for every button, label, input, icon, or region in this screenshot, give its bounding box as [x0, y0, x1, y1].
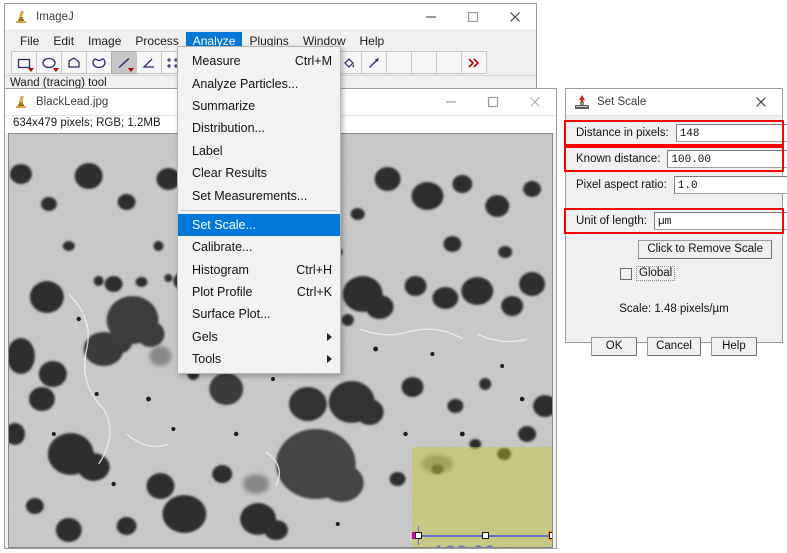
- polygon-tool[interactable]: [61, 51, 87, 74]
- field-label-known-distance: Known distance:: [576, 153, 667, 165]
- more-tools[interactable]: [461, 51, 487, 74]
- ok-button[interactable]: OK: [591, 337, 637, 356]
- field-label-unit-of-length: Unit of length:: [576, 215, 654, 227]
- menu-item-label: Set Measurements...: [192, 189, 307, 203]
- submenu-arrow-icon: [327, 333, 332, 341]
- set-scale-titlebar: Set Scale: [566, 89, 782, 116]
- microscope-icon: [13, 94, 29, 110]
- menu-item-set-measurements[interactable]: Set Measurements...: [178, 184, 340, 206]
- menu-item-label: Label: [192, 144, 223, 158]
- set-scale-window-controls: [740, 89, 782, 115]
- blank-tool-3[interactable]: [436, 51, 462, 74]
- menu-item-set-scale[interactable]: Set Scale...: [178, 214, 340, 236]
- global-checkbox-label: Global: [636, 266, 675, 281]
- menu-edit[interactable]: Edit: [46, 32, 81, 51]
- menu-item-tools[interactable]: Tools: [178, 348, 340, 370]
- screen: ImageJ FileEditImageProcessAnalyzePlugin…: [0, 0, 787, 553]
- set-scale-title: Set Scale: [597, 96, 740, 108]
- microscope-icon: [13, 9, 29, 25]
- menu-item-label: Histogram: [192, 263, 249, 277]
- menu-item-label: Measure: [192, 54, 241, 68]
- set-scale-buttons: OK Cancel Help: [576, 337, 772, 356]
- scale-result-text: Scale: 1.48 pixels/µm: [576, 303, 772, 315]
- menu-item-label: Surface Plot...: [192, 307, 271, 321]
- tool-dropdown-triangle-icon[interactable]: [128, 68, 134, 72]
- field-row-unit-of-length: Unit of length:: [576, 210, 772, 232]
- menu-item-summarize[interactable]: Summarize: [178, 95, 340, 117]
- menu-image[interactable]: Image: [81, 32, 128, 51]
- minimize-button[interactable]: [410, 4, 452, 30]
- imagej-app-icon: [574, 94, 590, 110]
- menu-item-surface-plot[interactable]: Surface Plot...: [178, 303, 340, 325]
- analyze-dropdown-menu: Measure Ctrl+M Analyze Particles... Summari…: [177, 46, 341, 374]
- menu-item-label: Plot Profile: [192, 285, 252, 299]
- maximize-button[interactable]: [472, 89, 514, 115]
- blank-tool-1[interactable]: [386, 51, 412, 74]
- oval-tool[interactable]: [36, 51, 62, 74]
- menu-help[interactable]: Help: [353, 32, 392, 51]
- field-label-distance-in-pixels: Distance in pixels:: [576, 127, 676, 139]
- menu-item-shortcut: Ctrl+H: [296, 263, 332, 277]
- close-icon[interactable]: [740, 89, 782, 115]
- help-button[interactable]: Help: [711, 337, 757, 356]
- field-input-distance-in-pixels[interactable]: [676, 124, 787, 142]
- field-row-pixel-aspect-ratio: Pixel aspect ratio:: [576, 174, 772, 196]
- imagej-window-controls: [410, 4, 536, 30]
- imagej-title: ImageJ: [36, 11, 410, 23]
- field-row-known-distance: Known distance:: [576, 148, 772, 170]
- menu-separator: [181, 210, 337, 211]
- image-window-controls: [430, 89, 556, 115]
- menu-item-label: Analyze Particles...: [192, 77, 298, 91]
- remove-scale-row: Click to Remove Scale: [576, 240, 772, 259]
- submenu-arrow-icon: [327, 355, 332, 363]
- menu-item-label: Tools: [192, 352, 221, 366]
- menu-item-label: Clear Results: [192, 166, 267, 180]
- menu-file[interactable]: File: [13, 32, 46, 51]
- blank-tool-2[interactable]: [411, 51, 437, 74]
- field-input-unit-of-length[interactable]: [654, 212, 787, 230]
- menu-item-shortcut: Ctrl+M: [295, 54, 332, 68]
- menu-item-shortcut: Ctrl+K: [297, 285, 332, 299]
- menu-item-gels[interactable]: Gels: [178, 326, 340, 348]
- cancel-button[interactable]: Cancel: [647, 337, 701, 356]
- menu-item-distribution[interactable]: Distribution...: [178, 117, 340, 139]
- menu-item-label: Set Scale...: [192, 218, 256, 232]
- menu-item-plot-profile[interactable]: Plot Profile Ctrl+K: [178, 281, 340, 303]
- menu-item-clear-results[interactable]: Clear Results: [178, 162, 340, 184]
- imagej-titlebar: ImageJ: [5, 4, 536, 31]
- field-label-pixel-aspect-ratio: Pixel aspect ratio:: [576, 179, 674, 191]
- freehand-tool[interactable]: [86, 51, 112, 74]
- menu-item-label: Summarize: [192, 99, 255, 113]
- menu-item-calibrate[interactable]: Calibrate...: [178, 236, 340, 258]
- set-scale-dialog: Set Scale Distance in pixels: Known dista…: [565, 88, 783, 343]
- arrow-tool[interactable]: [361, 51, 387, 74]
- remove-scale-button[interactable]: Click to Remove Scale: [638, 240, 772, 259]
- angle-tool[interactable]: [136, 51, 162, 74]
- close-button[interactable]: [514, 89, 556, 115]
- field-row-distance-in-pixels: Distance in pixels:: [576, 122, 772, 144]
- menu-item-label: Calibrate...: [192, 240, 252, 254]
- global-checkbox[interactable]: [620, 268, 632, 280]
- menu-item-label: Gels: [192, 330, 218, 344]
- global-checkbox-row[interactable]: Global: [576, 266, 772, 281]
- menu-item-label: Distribution...: [192, 121, 265, 135]
- close-button[interactable]: [494, 4, 536, 30]
- menu-item-histogram[interactable]: Histogram Ctrl+H: [178, 259, 340, 281]
- tool-dropdown-triangle-icon[interactable]: [28, 68, 34, 72]
- menu-item-analyze-particles[interactable]: Analyze Particles...: [178, 72, 340, 94]
- line-tool[interactable]: [111, 51, 137, 74]
- selection-tick-end: [552, 526, 553, 545]
- set-scale-body: Distance in pixels: Known distance: Pixel …: [566, 116, 782, 356]
- tool-dropdown-triangle-icon[interactable]: [53, 68, 59, 72]
- rectangle-tool[interactable]: [11, 51, 37, 74]
- field-input-pixel-aspect-ratio[interactable]: [674, 176, 787, 194]
- menu-item-label[interactable]: Label: [178, 140, 340, 162]
- maximize-button[interactable]: [452, 4, 494, 30]
- field-input-known-distance[interactable]: [667, 150, 787, 168]
- set-scale-fields: Distance in pixels: Known distance: Pixel …: [576, 122, 772, 232]
- minimize-button[interactable]: [430, 89, 472, 115]
- menu-item-measure[interactable]: Measure Ctrl+M: [178, 50, 340, 72]
